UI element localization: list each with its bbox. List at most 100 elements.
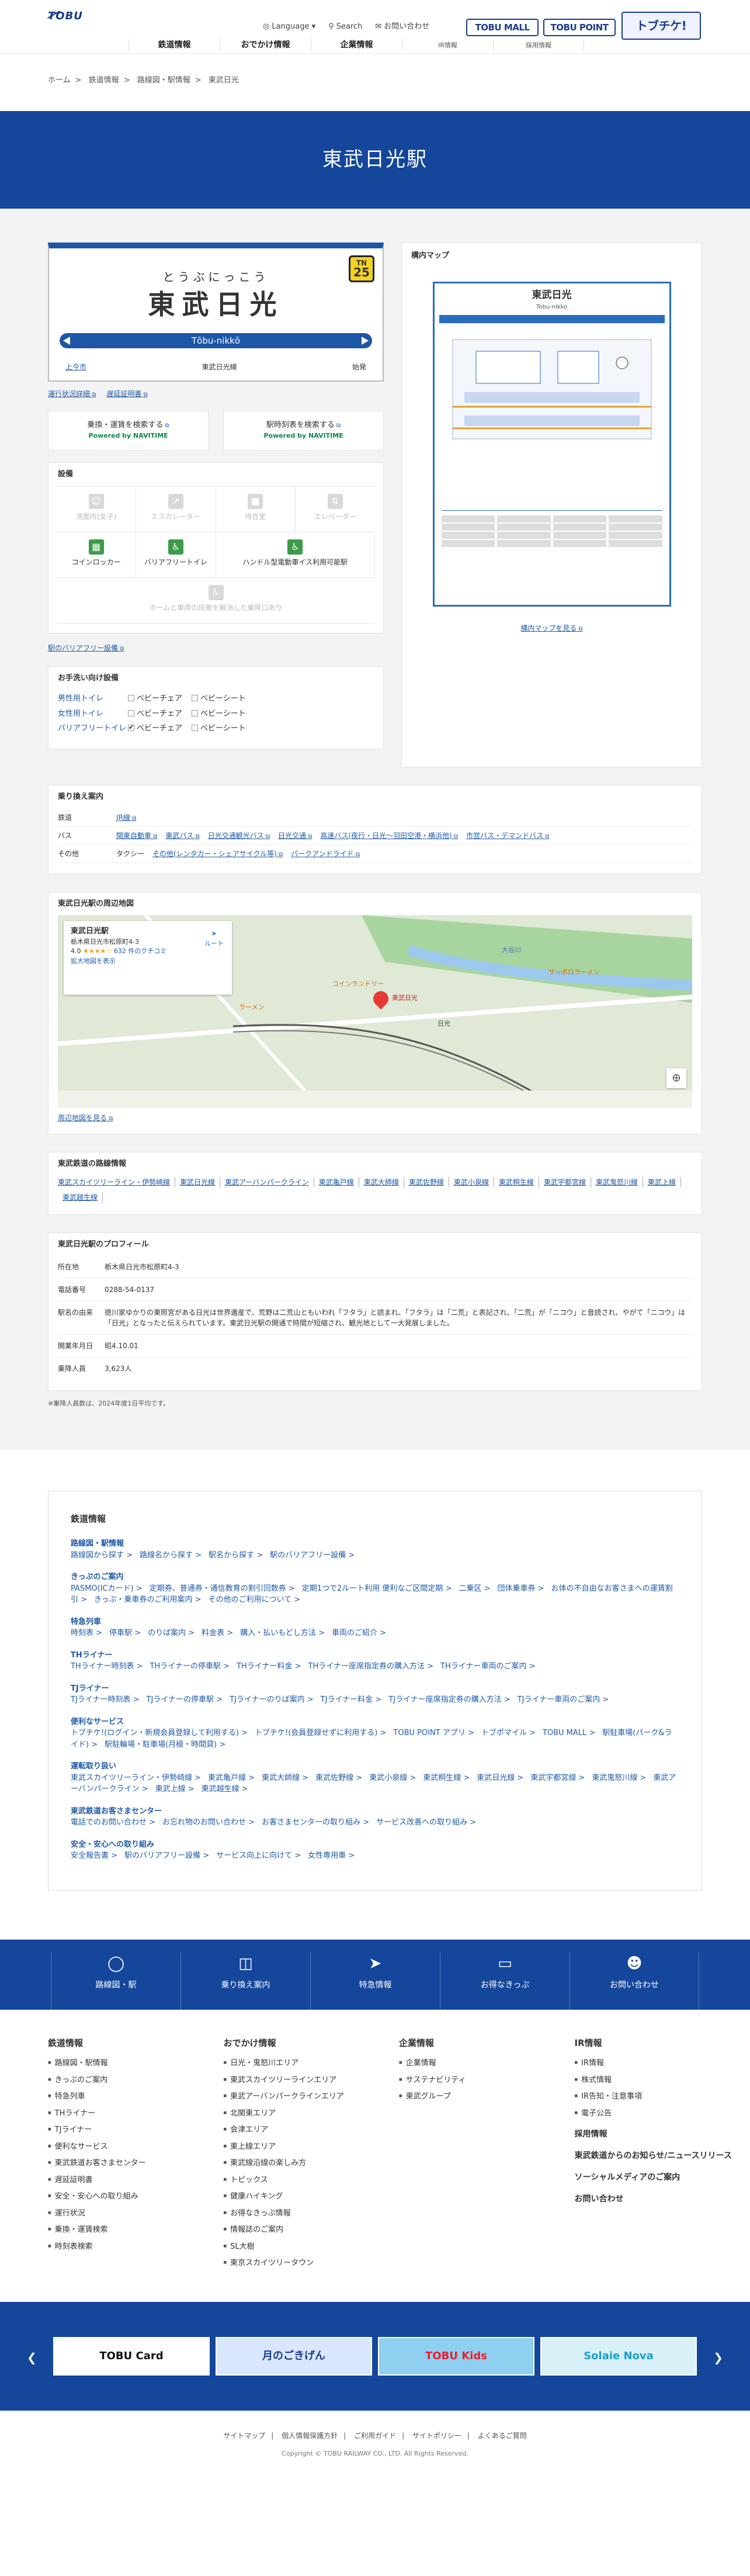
- footer-link[interactable]: 日光・鬼怒川エリア: [224, 2058, 400, 2069]
- banner-tobu-kids[interactable]: TOBU Kids: [378, 2336, 534, 2376]
- footer-link[interactable]: お得なきっぷ情報: [224, 2208, 400, 2220]
- sitemap-link[interactable]: 東武桐生線: [423, 1774, 470, 1782]
- line-link[interactable]: 東武桐生線: [494, 1176, 539, 1187]
- prev-station-link[interactable]: 上今市: [65, 362, 86, 372]
- yard-map-link[interactable]: 構内マップを見る: [520, 624, 582, 632]
- sitemap-link[interactable]: 時刻表: [71, 1629, 102, 1637]
- banner-tobu-card[interactable]: TOBU Card: [53, 2336, 210, 2376]
- line-link[interactable]: 東武スカイツリーライン・伊勢崎線: [58, 1176, 176, 1187]
- transfer-link[interactable]: 東武バス: [165, 830, 199, 841]
- line-link[interactable]: 東武小泉線: [449, 1176, 494, 1187]
- footer-link[interactable]: 乗換・運賃検索: [48, 2224, 224, 2236]
- sitemap-group-heading[interactable]: TJライナー: [71, 1683, 679, 1695]
- reviews-link[interactable]: 632 件のクチコミ: [114, 947, 167, 955]
- google-map[interactable]: 東武日光駅 栃木県日光市松原町4-3 4.0 ★★★★☆ 632 件のクチコミ …: [58, 915, 692, 1108]
- sitemap-link[interactable]: 定期券、普通券・通信教育の割引回数券: [150, 1584, 295, 1593]
- footer-column-title[interactable]: 企業情報: [399, 2037, 575, 2050]
- barrier-free-link[interactable]: 駅のバリアフリー設備: [48, 644, 124, 652]
- sitemap-link[interactable]: TJライナー車両のご案内: [518, 1695, 609, 1704]
- sitemap-link[interactable]: お客さまセンターの取り組み: [262, 1818, 369, 1827]
- transfer-link[interactable]: 関東自動車: [116, 830, 157, 841]
- footer-link[interactable]: トピックス: [224, 2175, 400, 2186]
- sitemap-group-heading[interactable]: 東武鉄道お客さまセンター: [71, 1806, 679, 1817]
- footer-link[interactable]: 特急列車: [48, 2091, 224, 2103]
- line-link[interactable]: 東武大師線: [359, 1176, 404, 1187]
- quick-link-contact[interactable]: ☻ お問い合わせ: [570, 1952, 699, 2010]
- line-link[interactable]: 東武上線: [643, 1176, 681, 1187]
- footer-link[interactable]: 東武グループ: [399, 2091, 575, 2103]
- tobu-logo[interactable]: TOBU: [48, 8, 95, 26]
- route-search-button[interactable]: 乗換・運賃を検索するPowered by NAVITIME: [48, 411, 209, 451]
- sitemap-link[interactable]: 東武小泉線: [369, 1774, 416, 1782]
- sitemap-link[interactable]: 電話でのお問い合わせ: [71, 1818, 155, 1827]
- sitemap-link[interactable]: 路線図から探す: [71, 1551, 133, 1560]
- footer-major-link[interactable]: ソーシャルメディアのご案内: [575, 2172, 750, 2184]
- sitemap-link[interactable]: 東武亀戸線: [208, 1774, 255, 1782]
- sitemap-link[interactable]: 購入・払いもどし方法: [240, 1629, 325, 1637]
- tobu-point-button[interactable]: TOBU POINT: [543, 19, 616, 36]
- footer-link[interactable]: 北関東エリア: [224, 2108, 400, 2120]
- footer-link[interactable]: よくあるご質問: [478, 2432, 527, 2440]
- footer-link[interactable]: 路線図・駅情報: [48, 2058, 224, 2069]
- sitemap-link[interactable]: きっぷ・乗車券のご利用案内: [94, 1595, 202, 1604]
- chevron-left-icon[interactable]: ❮: [27, 2349, 37, 2366]
- sitemap-link[interactable]: 東武日光線: [477, 1774, 523, 1782]
- transfer-link[interactable]: 日光交通観光バス: [208, 830, 270, 841]
- footer-link[interactable]: 遅延証明書: [48, 2175, 224, 2186]
- footer-link[interactable]: THライナー: [48, 2108, 224, 2120]
- sitemap-link[interactable]: 東武スカイツリーライン・伊勢崎線: [71, 1774, 201, 1782]
- quick-link-tickets[interactable]: ▭ お得なきっぷ: [440, 1952, 570, 2010]
- sitemap-group-heading[interactable]: 運転取り扱い: [71, 1761, 679, 1772]
- route-button[interactable]: ➤ ルート: [204, 929, 224, 948]
- footer-link[interactable]: きっぷのご案内: [48, 2075, 224, 2086]
- sitemap-link[interactable]: TJライナーのりば案内: [230, 1695, 314, 1704]
- tobu-mall-button[interactable]: TOBU MALL: [466, 19, 539, 36]
- footer-link[interactable]: 東武線沿線の楽しみ方: [224, 2158, 400, 2169]
- sitemap-link[interactable]: 女性専用車: [308, 1851, 355, 1860]
- footer-link[interactable]: TJライナー: [48, 2124, 224, 2136]
- footer-major-link[interactable]: 採用情報: [575, 2128, 750, 2141]
- sitemap-link[interactable]: 停車駅: [109, 1629, 141, 1637]
- sitemap-link[interactable]: 駅のバリアフリー設備: [270, 1551, 355, 1560]
- sitemap-link[interactable]: TJライナーの停車駅: [147, 1695, 223, 1704]
- footer-link[interactable]: 運行状況: [48, 2208, 224, 2220]
- footer-link[interactable]: サイトポリシー: [412, 2432, 461, 2440]
- sitemap-link[interactable]: TOBU POINT アプリ: [393, 1729, 474, 1737]
- sitemap-link[interactable]: 東武鬼怒川線: [592, 1774, 646, 1782]
- sitemap-link[interactable]: 安全報告書: [71, 1851, 117, 1860]
- transfer-link[interactable]: 高速バス(夜行・日光〜羽田空港・横浜他): [320, 830, 458, 841]
- footer-link[interactable]: 東武鉄道お客さまセンター: [48, 2158, 224, 2169]
- footer-column-title[interactable]: IR情報: [575, 2037, 750, 2050]
- sitemap-link[interactable]: TJライナー料金: [321, 1695, 382, 1704]
- gnav-outing[interactable]: おでかけ情報: [220, 39, 311, 51]
- banner-2[interactable]: 月のごきげん: [216, 2336, 372, 2376]
- gnav-railway[interactable]: 鉄道情報: [129, 39, 220, 51]
- breadcrumb-linemap[interactable]: 路線図・駅情報: [137, 76, 190, 85]
- footer-link[interactable]: 個人情報保護方針: [282, 2432, 338, 2440]
- footer-link[interactable]: サステナビリティ: [399, 2075, 575, 2086]
- footer-link[interactable]: ご利用ガイド: [354, 2432, 396, 2440]
- footer-link[interactable]: 時刻表検索: [48, 2241, 224, 2253]
- line-link[interactable]: 東武佐野線: [404, 1176, 449, 1187]
- chevron-right-icon[interactable]: ❯: [713, 2349, 723, 2366]
- sitemap-link[interactable]: 東武上線: [155, 1785, 195, 1793]
- sitemap-link[interactable]: お忘れ物のお問い合わせ: [162, 1818, 255, 1827]
- sitemap-link[interactable]: サービス向上に向けて: [216, 1851, 301, 1860]
- transfer-link[interactable]: 日光交通: [278, 830, 312, 841]
- operation-status-link[interactable]: 運行状況詳細: [48, 389, 96, 399]
- footer-link[interactable]: 企業情報: [399, 2058, 575, 2069]
- sitemap-link[interactable]: THライナー車両のご案内: [440, 1662, 536, 1671]
- footer-link[interactable]: 東京スカイツリータウン: [224, 2258, 400, 2269]
- transfer-link[interactable]: その他(レンタカー・シェアサイクル等): [152, 849, 283, 859]
- sitemap-link[interactable]: サービス改善への取り組み: [376, 1818, 476, 1827]
- sitemap-link[interactable]: 東武佐野線: [315, 1774, 362, 1782]
- yard-map-image[interactable]: 東武日光 Tobu-nikko: [432, 281, 671, 607]
- breadcrumb-railway[interactable]: 鉄道情報: [89, 76, 119, 85]
- line-link[interactable]: 東武越生線: [58, 1192, 103, 1203]
- gnav-recruit[interactable]: 採用情報: [493, 39, 584, 51]
- footer-link[interactable]: 東武スカイツリーラインエリア: [224, 2075, 400, 2086]
- transfer-link[interactable]: JR線: [116, 812, 136, 823]
- sitemap-link[interactable]: その他のご利用について: [209, 1595, 301, 1604]
- contact-link[interactable]: ✉ お問い合わせ: [375, 21, 429, 33]
- sitemap-link[interactable]: TJライナー座席指定券の購入方法: [388, 1695, 511, 1704]
